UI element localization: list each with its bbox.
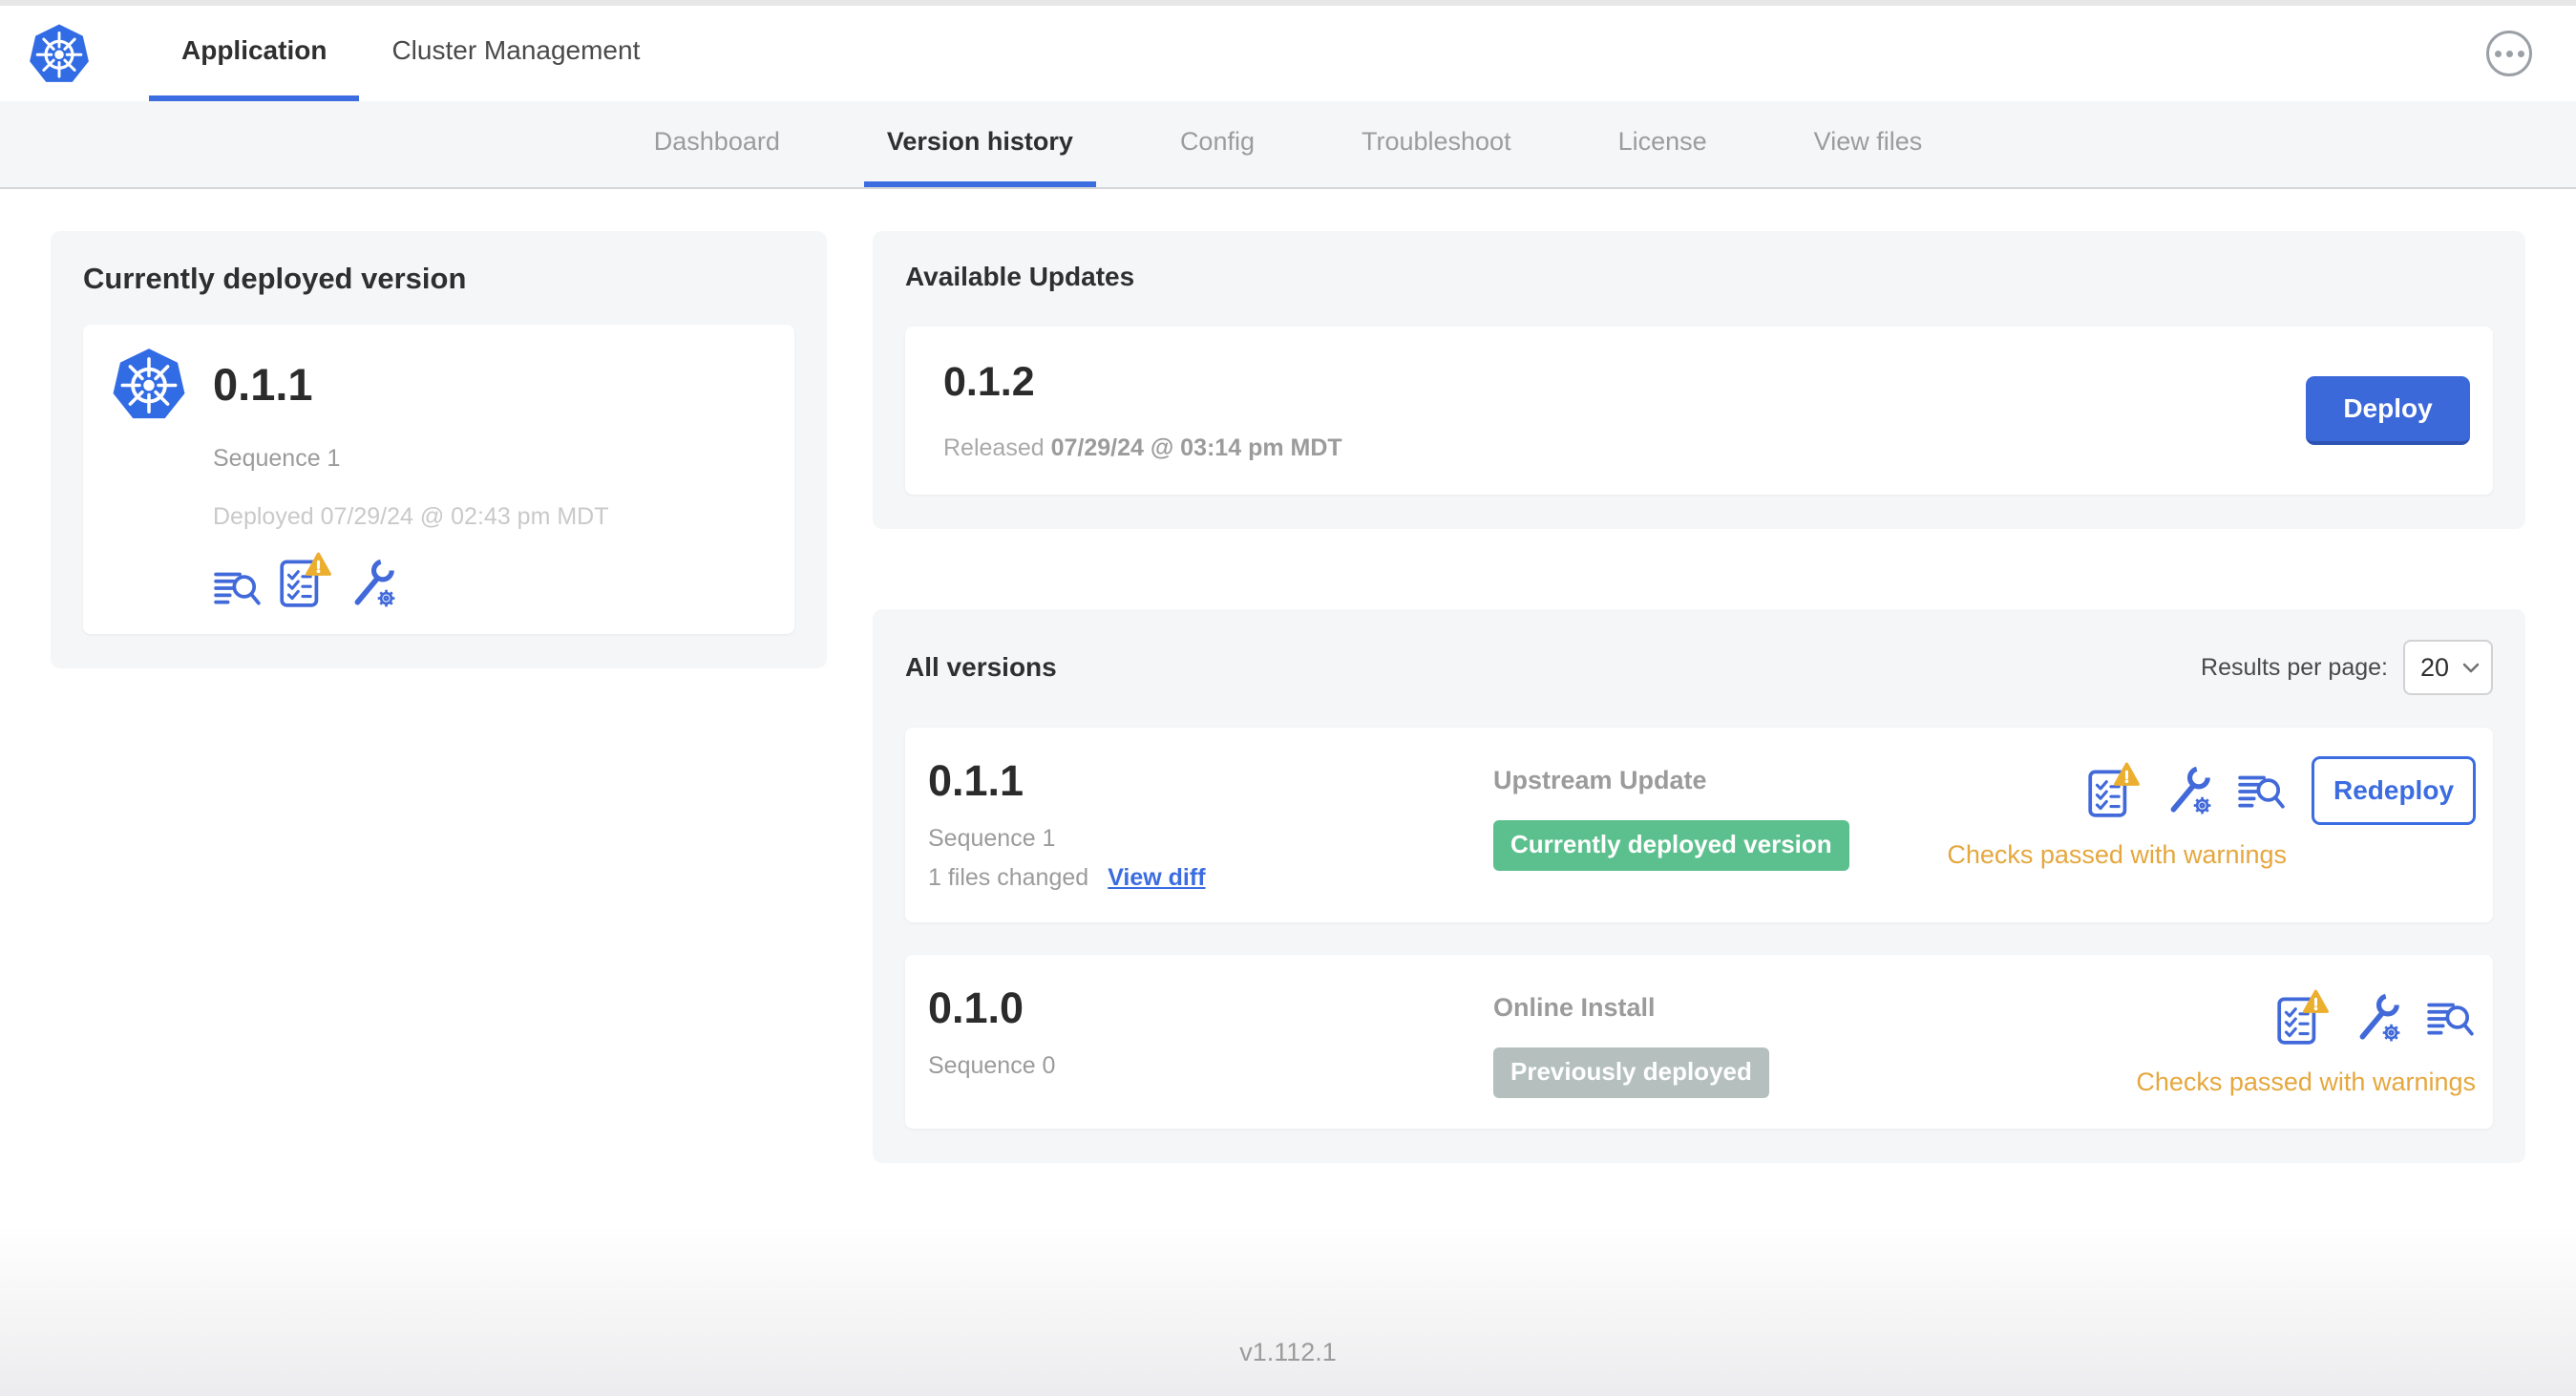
version-number: 0.1.0 xyxy=(928,984,1024,1032)
kubernetes-logo xyxy=(29,22,90,84)
results-per-page-select[interactable]: 20 xyxy=(2403,640,2493,695)
available-updates-panel: Available Updates 0.1.2 Released 07/29/2… xyxy=(873,231,2525,529)
available-updates-title: Available Updates xyxy=(905,262,1135,291)
tab-dashboard[interactable]: Dashboard xyxy=(631,101,803,187)
redeploy-button[interactable]: Redeploy xyxy=(2312,756,2476,825)
version-info: 0.1.1 Sequence 1 1 files changed View di… xyxy=(928,756,1493,892)
version-info: 0.1.0 Sequence 0 xyxy=(928,984,1493,1080)
status-badge: Currently deployed version xyxy=(1493,820,1849,871)
config-icon[interactable] xyxy=(347,558,398,609)
source-label: Upstream Update xyxy=(1493,766,1707,794)
all-versions-header: All versions Results per page: 20 xyxy=(905,640,2493,695)
results-per-page-label: Results per page: xyxy=(2201,653,2388,681)
results-per-page-value: 20 xyxy=(2420,652,2450,682)
tab-license[interactable]: License xyxy=(1595,101,1730,187)
left-column: Currently deployed version 0.1.1 Sequenc… xyxy=(51,231,827,668)
preflight-checks-status[interactable]: Checks passed with warnings xyxy=(2136,1068,2476,1097)
update-version-number: 0.1.2 xyxy=(943,359,1035,405)
version-source: Upstream Update Currently deployed versi… xyxy=(1493,756,1947,871)
version-sequence: Sequence 0 xyxy=(928,1052,1056,1079)
deployed-timestamp: Deployed 07/29/24 @ 02:43 pm MDT xyxy=(213,503,609,530)
config-icon[interactable] xyxy=(2352,992,2403,1044)
source-label: Online Install xyxy=(1493,993,1656,1022)
app-logo-wrap xyxy=(29,6,90,101)
all-versions-title: All versions xyxy=(905,652,1057,682)
currently-deployed-panel: Currently deployed version 0.1.1 Sequenc… xyxy=(51,231,827,668)
files-changed-line: 1 files changed View diff xyxy=(928,864,1493,892)
available-update-row: 0.1.2 Released 07/29/24 @ 03:14 pm MDT D… xyxy=(905,327,2493,495)
preflight-checks-icon[interactable] xyxy=(278,552,331,609)
results-per-page: Results per page: 20 xyxy=(2201,640,2493,695)
version-actions: Checks passed with warnings xyxy=(2136,984,2476,1097)
currently-deployed-title: Currently deployed version xyxy=(83,262,467,295)
logs-icon[interactable] xyxy=(2426,996,2476,1040)
version-row: 0.1.1 Sequence 1 1 files changed View di… xyxy=(905,728,2493,922)
tab-cluster-management[interactable]: Cluster Management xyxy=(359,6,672,101)
header-spacer xyxy=(672,6,2486,101)
more-menu-button[interactable] xyxy=(2486,31,2532,76)
released-date: 07/29/24 @ 03:14 pm MDT xyxy=(1050,434,1342,461)
view-diff-link[interactable]: View diff xyxy=(1108,864,1205,892)
logs-icon[interactable] xyxy=(2237,769,2287,813)
right-column: Available Updates 0.1.2 Released 07/29/2… xyxy=(873,231,2525,1163)
version-sequence: Sequence 1 xyxy=(928,825,1056,852)
deployed-version-card: 0.1.1 Sequence 1 Deployed 07/29/24 @ 02:… xyxy=(83,325,794,634)
tab-troubleshoot[interactable]: Troubleshoot xyxy=(1339,101,1534,187)
version-actions-icons: Checks passed with warnings xyxy=(2136,984,2476,1097)
kubernetes-logo xyxy=(112,347,186,421)
tab-application[interactable]: Application xyxy=(149,6,360,101)
icons-line xyxy=(2275,984,2476,1052)
deployed-version-head: 0.1.1 xyxy=(112,346,756,422)
preflight-checks-status[interactable]: Checks passed with warnings xyxy=(1947,840,2287,870)
main-content: Currently deployed version 0.1.1 Sequenc… xyxy=(0,189,2576,1163)
tab-config[interactable]: Config xyxy=(1157,101,1277,187)
available-update-info: 0.1.2 Released 07/29/24 @ 03:14 pm MDT xyxy=(943,359,1342,462)
preflight-checks-icon[interactable] xyxy=(2275,989,2329,1047)
chevron-down-icon xyxy=(2462,663,2480,673)
deployed-actions xyxy=(213,552,756,609)
ellipsis-icon xyxy=(2494,50,2502,57)
header-tabs: Application Cluster Management xyxy=(149,6,672,101)
deploy-button[interactable]: Deploy xyxy=(2306,376,2470,445)
top-nav: Application Cluster Management xyxy=(0,6,2576,101)
deployed-version-body: Sequence 1 Deployed 07/29/24 @ 02:43 pm … xyxy=(213,445,756,609)
page-footer: v1.112.1 xyxy=(0,1224,2576,1396)
preflight-checks-icon[interactable] xyxy=(2086,762,2140,819)
config-icon[interactable] xyxy=(2163,765,2214,816)
files-changed-text: 1 files changed xyxy=(928,864,1089,891)
version-actions-icons: Checks passed with warnings xyxy=(1947,756,2287,870)
app-subnav: Dashboard Version history Config Trouble… xyxy=(0,101,2576,189)
tab-view-files[interactable]: View files xyxy=(1791,101,1946,187)
version-row: 0.1.0 Sequence 0 Online Install Previous… xyxy=(905,955,2493,1129)
update-released-line: Released 07/29/24 @ 03:14 pm MDT xyxy=(943,434,1342,462)
version-source: Online Install Previously deployed xyxy=(1493,984,2136,1098)
ellipsis-icon xyxy=(2517,50,2524,57)
all-versions-panel: All versions Results per page: 20 0.1.1 … xyxy=(873,609,2525,1163)
version-number: 0.1.1 xyxy=(928,756,1024,805)
icons-line xyxy=(2086,756,2287,825)
tab-version-history[interactable]: Version history xyxy=(863,101,1096,187)
version-actions: Checks passed with warnings Redeploy xyxy=(1947,756,2476,870)
logs-icon[interactable] xyxy=(213,565,263,609)
status-badge: Previously deployed xyxy=(1493,1047,1769,1098)
released-prefix: Released xyxy=(943,434,1045,461)
console-version: v1.112.1 xyxy=(1239,1338,1337,1366)
deployed-version-number: 0.1.1 xyxy=(213,358,313,410)
ellipsis-icon xyxy=(2505,50,2513,57)
deployed-sequence: Sequence 1 xyxy=(213,445,341,472)
